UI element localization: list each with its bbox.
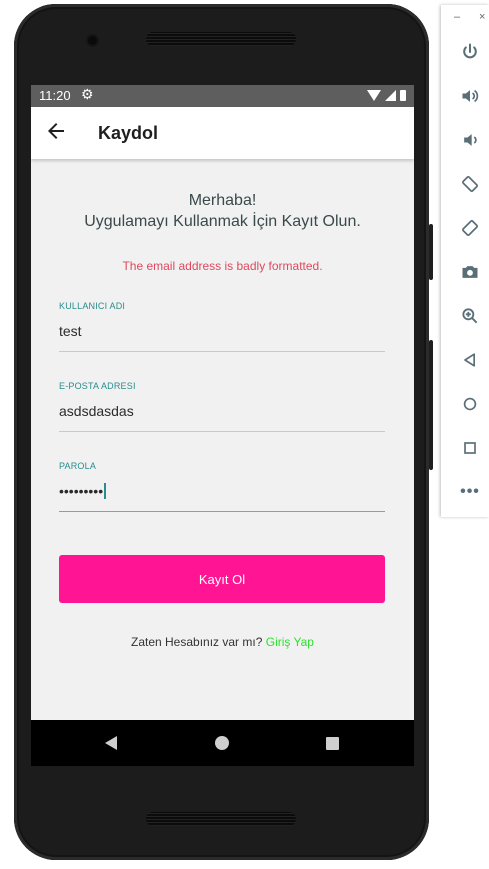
top-speaker: [146, 32, 296, 46]
username-label: KULLANICI ADI: [59, 301, 126, 311]
hardware-power-button[interactable]: [429, 224, 433, 280]
app-bar: Kaydol: [31, 107, 414, 159]
login-link[interactable]: Giriş Yap: [266, 635, 314, 649]
camera-icon[interactable]: [459, 261, 481, 283]
zoom-icon[interactable]: [459, 305, 481, 327]
greeting-line-1: Merhaba!: [188, 192, 257, 209]
minimize-button[interactable]: –: [454, 11, 460, 23]
status-time: 11:20: [39, 88, 71, 103]
power-icon[interactable]: [459, 41, 481, 63]
email-underline: [59, 431, 385, 432]
login-prompt: Zaten Hesabınız var mı? Giriş Yap: [31, 635, 414, 649]
greeting-text: Merhaba! Uygulamayı Kullanmak İçin Kayıt…: [31, 190, 414, 232]
status-bar: 11:20 ⚙: [31, 85, 414, 107]
settings-gear-icon: ⚙: [81, 86, 94, 102]
home-icon[interactable]: [459, 393, 481, 415]
email-input[interactable]: asdsdasdas: [59, 403, 385, 421]
front-camera: [88, 36, 97, 45]
password-field[interactable]: PAROLA •••••••••: [59, 461, 385, 512]
email-label: E-POSTA ADRESI: [59, 381, 136, 391]
username-underline: [59, 351, 385, 352]
login-prompt-text: Zaten Hesabınız var mı?: [131, 635, 263, 649]
username-field[interactable]: KULLANICI ADI test: [59, 301, 385, 352]
back-icon[interactable]: [459, 349, 481, 371]
username-input[interactable]: test: [59, 323, 385, 341]
signal-icon: [385, 89, 396, 101]
error-message: The email address is badly formatted.: [122, 259, 323, 273]
volume-down-icon[interactable]: [459, 129, 481, 151]
password-label: PAROLA: [59, 461, 97, 471]
rotate-left-icon[interactable]: [459, 173, 481, 195]
page-title: Kaydol: [98, 123, 159, 143]
nav-home-icon[interactable]: [215, 736, 229, 750]
greeting-line-2: Uygulamayı Kullanmak İçin Kayıt Olun.: [84, 213, 361, 230]
device-screen: 11:20 ⚙ Kaydol Merhaba! Uygulamayı Kulla…: [31, 85, 414, 766]
battery-icon: [400, 89, 406, 101]
register-button[interactable]: Kayıt Ol: [59, 555, 385, 603]
more-dots: •••: [460, 483, 480, 500]
back-arrow-icon[interactable]: [44, 119, 68, 143]
close-button[interactable]: ×: [479, 11, 485, 23]
email-field[interactable]: E-POSTA ADRESI asdsdasdas: [59, 381, 385, 432]
more-icon[interactable]: •••: [459, 481, 481, 503]
emulator-toolbar: – × •••: [441, 5, 489, 517]
password-input[interactable]: •••••••••: [59, 483, 385, 501]
password-underline: [59, 511, 385, 512]
nav-recents-icon[interactable]: [326, 737, 339, 750]
text-caret: [104, 483, 106, 499]
wifi-icon: [367, 90, 381, 101]
bottom-speaker: [146, 812, 296, 826]
password-dots: •••••••••: [59, 483, 104, 499]
overview-icon[interactable]: [459, 437, 481, 459]
volume-up-icon[interactable]: [459, 85, 481, 107]
hardware-volume-button[interactable]: [429, 340, 433, 470]
nav-back-icon[interactable]: [105, 736, 117, 750]
system-nav-bar: [31, 720, 414, 766]
rotate-right-icon[interactable]: [459, 217, 481, 239]
